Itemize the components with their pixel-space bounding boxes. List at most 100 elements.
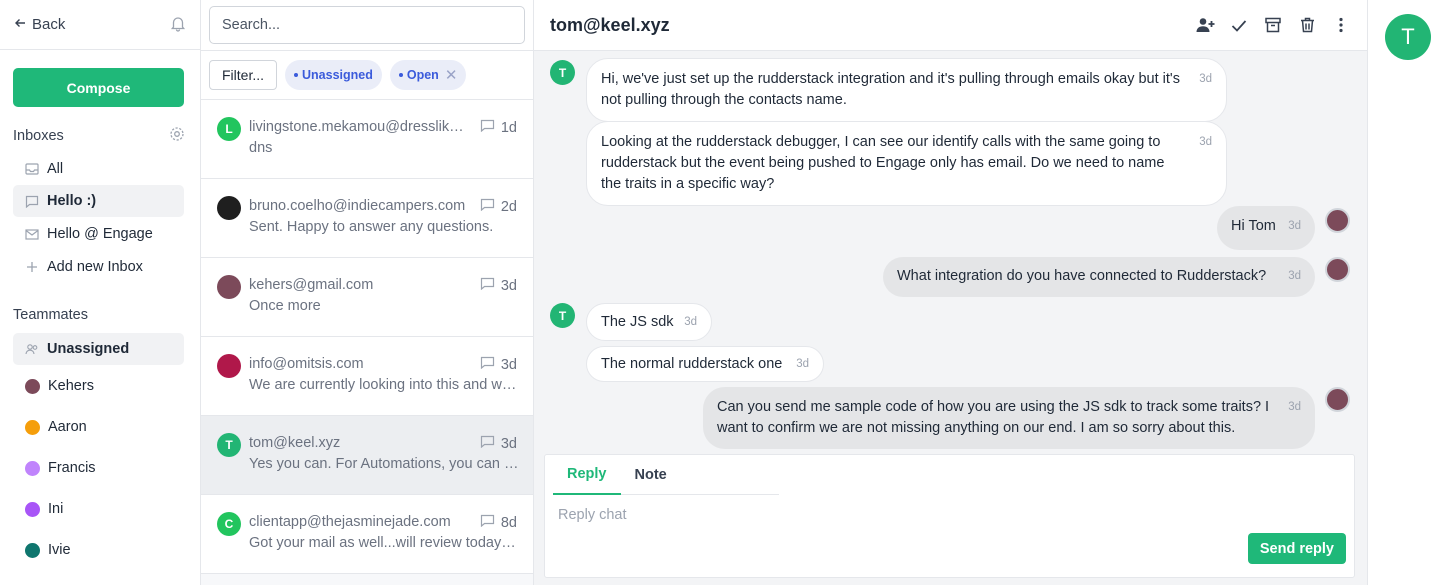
teammate-kehers[interactable]: Kehers xyxy=(13,370,184,402)
dot-icon xyxy=(398,73,403,77)
sidebar-item-label: Add new Inbox xyxy=(47,259,143,275)
chat-header: tom@keel.xyz xyxy=(534,0,1367,51)
composer-tabs: Reply Note xyxy=(553,455,779,495)
teammate-ini[interactable]: Ini xyxy=(13,493,184,525)
message-text: Hi Tom xyxy=(1231,218,1276,234)
message-incoming: Hi, we've just set up the rudderstack in… xyxy=(586,58,1227,122)
dot-icon xyxy=(294,73,299,77)
filter-bar: Filter... Unassigned Open ✕ xyxy=(201,50,533,100)
inboxes-title: Inboxes xyxy=(13,128,64,144)
message-incoming: The JS sdk 3d xyxy=(586,303,712,341)
conversation-item[interactable]: kehers@gmail.com 3d Once more xyxy=(201,258,533,337)
tab-note[interactable]: Note xyxy=(621,455,681,495)
chat-icon xyxy=(480,435,495,452)
message-text: Hi, we've just set up the rudderstack in… xyxy=(601,71,1180,108)
teammate-unassigned[interactable]: Unassigned xyxy=(13,333,184,365)
message-time: 3d xyxy=(1199,136,1212,148)
contact-avatar: T xyxy=(550,60,575,85)
conversation-preview: We are currently looking into this and w… xyxy=(249,377,519,393)
avatar xyxy=(217,275,241,299)
avatar: L xyxy=(217,117,241,141)
conversation-meta: 8d xyxy=(480,514,517,531)
avatar xyxy=(217,354,241,378)
sidebar-item-label: Francis xyxy=(48,460,96,476)
conversation-item[interactable]: L livingstone.mekamou@dresslikeme.com 1d… xyxy=(201,100,533,179)
contact-avatar: T xyxy=(550,303,575,328)
arrow-left-icon xyxy=(14,16,26,33)
reply-input[interactable] xyxy=(558,507,1338,523)
filter-chip-open[interactable]: Open ✕ xyxy=(389,60,467,90)
agent-avatar xyxy=(1325,387,1350,412)
avatar: T xyxy=(217,433,241,457)
agent-avatar xyxy=(1325,208,1350,233)
chat-actions xyxy=(1195,15,1351,35)
teammate-aaron[interactable]: Aaron xyxy=(13,411,184,443)
contact-avatar-large[interactable]: T xyxy=(1385,14,1431,60)
check-icon[interactable] xyxy=(1229,15,1249,35)
message-time: 3d xyxy=(684,316,697,328)
conversation-preview: Sent. Happy to answer any questions. xyxy=(249,219,494,235)
message-outgoing: What integration do you have connected t… xyxy=(883,257,1315,297)
contact-rail: T xyxy=(1367,0,1445,585)
page-title: tom@keel.xyz xyxy=(550,14,670,35)
filter-chip-unassigned[interactable]: Unassigned xyxy=(285,60,382,90)
assign-user-icon[interactable] xyxy=(1195,15,1215,35)
avatar xyxy=(25,460,40,476)
message-text: The normal rudderstack one xyxy=(601,356,783,372)
conversation-time: 8d xyxy=(500,514,517,531)
teammate-francis[interactable]: Francis xyxy=(13,452,184,484)
chat-icon xyxy=(480,356,495,373)
plus-icon xyxy=(25,260,39,274)
message-time: 3d xyxy=(796,358,809,370)
gear-icon[interactable] xyxy=(169,126,185,146)
conversation-time: 1d xyxy=(500,119,517,136)
avatar xyxy=(25,419,40,435)
conversation-item[interactable]: info@omitsis.com 3d We are currently loo… xyxy=(201,337,533,416)
more-vertical-icon[interactable] xyxy=(1331,15,1351,35)
chat-icon xyxy=(25,194,39,208)
chat-panel: tom@keel.xyz T T Hi, we've just set up t… xyxy=(534,0,1367,585)
filter-button[interactable]: Filter... xyxy=(209,60,278,90)
close-icon[interactable]: ✕ xyxy=(445,66,458,84)
message-time: 3d xyxy=(1288,220,1301,232)
sidebar-item-hello[interactable]: Hello :) xyxy=(13,185,184,217)
conversation-time: 3d xyxy=(500,277,517,294)
sidebar: Back Compose Inboxes All Hello :) Hello … xyxy=(0,0,201,585)
trash-icon[interactable] xyxy=(1297,15,1317,35)
chip-label: Open xyxy=(406,68,439,82)
back-link[interactable]: Back xyxy=(14,16,65,33)
avatar xyxy=(217,196,241,220)
send-reply-button[interactable]: Send reply xyxy=(1247,533,1346,564)
teammates-header: Teammates xyxy=(13,307,185,323)
reply-composer: Reply Note Send reply xyxy=(544,454,1355,578)
conversation-preview: Yes you can. For Automations, you can us… xyxy=(249,456,519,472)
sidebar-item-hello-engage[interactable]: Hello @ Engage xyxy=(13,218,184,250)
sidebar-item-label: Aaron xyxy=(48,419,87,435)
conversation-from: bruno.coelho@indiecampers.com xyxy=(249,198,466,214)
conversation-preview: Once more xyxy=(249,298,321,314)
bell-icon[interactable] xyxy=(170,15,186,35)
conversation-time: 3d xyxy=(500,435,517,452)
sidebar-item-all[interactable]: All xyxy=(13,153,184,185)
conversation-preview: Got your mail as well...will review toda… xyxy=(249,535,519,551)
conversation-item[interactable]: C clientapp@thejasminejade.com 8d Got yo… xyxy=(201,495,533,574)
users-icon xyxy=(25,342,39,356)
conversation-meta: 1d xyxy=(480,119,517,136)
teammate-ivie[interactable]: Ivie xyxy=(13,534,184,566)
conversation-item[interactable]: bruno.coelho@indiecampers.com 2d Sent. H… xyxy=(201,179,533,258)
search-input[interactable] xyxy=(209,6,525,44)
compose-button[interactable]: Compose xyxy=(13,68,184,107)
inbox-icon xyxy=(25,162,39,176)
conversation-from: tom@keel.xyz xyxy=(249,435,341,451)
message-time: 3d xyxy=(1288,401,1301,413)
tab-reply[interactable]: Reply xyxy=(553,455,621,495)
chat-icon xyxy=(480,119,495,136)
avatar xyxy=(25,501,40,517)
archive-icon[interactable] xyxy=(1263,15,1283,35)
conversation-item-selected[interactable]: T tom@keel.xyz 3d Yes you can. For Autom… xyxy=(201,416,533,495)
conversation-time: 3d xyxy=(500,356,517,373)
teammates-title: Teammates xyxy=(13,307,88,323)
conversation-from: livingstone.mekamou@dresslikeme.com xyxy=(249,119,469,135)
add-inbox-button[interactable]: Add new Inbox xyxy=(13,251,184,283)
sidebar-item-label: Hello @ Engage xyxy=(47,226,153,242)
